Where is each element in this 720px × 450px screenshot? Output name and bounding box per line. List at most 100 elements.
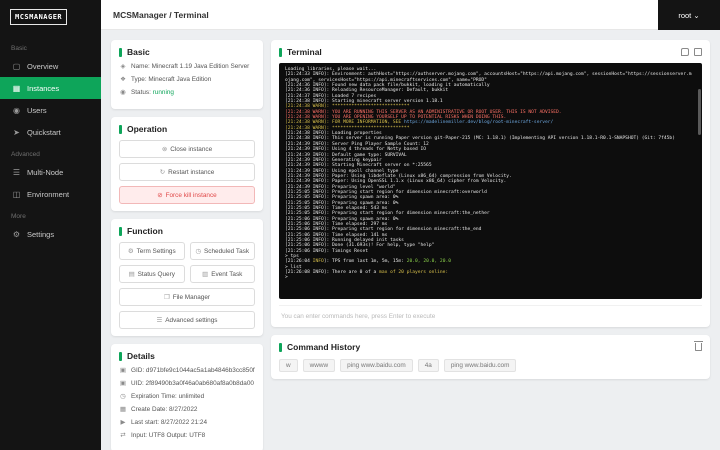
- history-chip[interactable]: w: [279, 359, 298, 372]
- log-segment: [21:24:38 WARN]: FOR MORE INFORMATION, S…: [285, 120, 404, 126]
- date-icon: ▦: [119, 406, 127, 413]
- log-segment: [21:26:08 INFO]: There are 0 of a: [285, 270, 380, 276]
- history-chip[interactable]: wwww: [302, 359, 336, 372]
- history-chip[interactable]: ping www.baidu.com: [443, 359, 517, 372]
- user-menu[interactable]: root ⌄: [658, 0, 720, 30]
- sidebar-item-label: Quickstart: [27, 127, 61, 137]
- accent-bar: [119, 124, 122, 134]
- sidebar-item-multi-node[interactable]: ☰ Multi-Node: [0, 161, 101, 183]
- log-segment: [21:25:05 INFO]: Preparing spawn area: 0…: [285, 200, 399, 206]
- sidebar-item-users[interactable]: ◉ Users: [0, 99, 101, 121]
- command-history-chips: w wwww ping www.baidu.com 4a ping www.baidu.…: [279, 359, 702, 372]
- expand-icon[interactable]: [694, 48, 702, 56]
- button-label: Term Settings: [136, 248, 176, 255]
- terminal-card-title: Terminal: [279, 47, 702, 57]
- detail-row: ▶ Last start: 8/27/2022 21:24: [119, 419, 255, 427]
- app-logo: MCSMANAGER: [10, 9, 68, 25]
- breadcrumb: MCSManager / Terminal: [113, 10, 209, 20]
- term-settings-button[interactable]: ⚙ Term Settings: [119, 242, 185, 260]
- trash-icon[interactable]: [694, 341, 703, 351]
- details-rows: ▣ GID: d971bfe9c1044ac5a1ab4846b3cc850f ▣ U…: [119, 367, 255, 440]
- sidebar-item-environment[interactable]: ◫ Environment: [0, 183, 101, 205]
- restart-instance-button[interactable]: ↻ Restart instance: [119, 163, 255, 181]
- file-manager-button[interactable]: ❐ File Manager: [119, 288, 255, 306]
- info-row: ◉ Status: running: [119, 89, 255, 97]
- log-segment: [21:25:06 INFO]: Done (31.693s)! For hel…: [285, 243, 435, 249]
- force-kill-instance-button[interactable]: ⊘ Force kill instance: [119, 186, 255, 204]
- function-card-title: Function: [119, 226, 255, 236]
- kill-icon: ⊘: [157, 192, 163, 199]
- terminal-scrollbar[interactable]: [698, 89, 701, 135]
- log-segment: [21:24:37 INFO]: Loaded 7 recipes: [285, 93, 377, 99]
- sidebar-item-label: Multi-Node: [27, 167, 64, 177]
- sidebar-item-label: Environment: [27, 189, 70, 199]
- sidebar-item-overview[interactable]: ▢ Overview: [0, 55, 101, 77]
- button-label: Scheduled Task: [204, 248, 250, 255]
- detail-text: GID: d971bfe9c1044ac5a1ab4846b3cc850f: [131, 367, 255, 374]
- log-segment: ]: TPS from last 1m, 5m, 15m:: [323, 259, 407, 265]
- accent-bar: [119, 226, 122, 236]
- button-label: Close instance: [170, 146, 213, 153]
- file-manager-icon: ❐: [163, 294, 170, 301]
- log-segment: 20.0, 20.0, 20.0: [406, 259, 451, 265]
- sidebar-item-quickstart[interactable]: ➤ Quickstart: [0, 121, 101, 143]
- operation-card: Operation ⊗ Close instance ↻ Restart instan…: [111, 117, 263, 211]
- button-label: Status Query: [137, 271, 175, 278]
- log-segment: [21:24:39 INFO]: Using 4 threads for Net…: [285, 147, 427, 153]
- event-task-button[interactable]: ▥ Event Task: [189, 265, 255, 283]
- detail-row: ▣ UID: 2f89490b3a0f46a0ab680af8a0b8da00: [119, 380, 255, 388]
- status-value: running: [152, 89, 174, 96]
- terminal-output[interactable]: Loading libraries, please wait... [21:24:…: [279, 63, 702, 299]
- restart-icon: ↻: [159, 169, 166, 176]
- start-icon: ▶: [120, 419, 126, 426]
- scheduled-task-button[interactable]: ◷ Scheduled Task: [189, 242, 255, 260]
- sidebar-nav: Basic ▢ Overview ▦ Instances ◉ Users ➤ Quickstar…: [0, 45, 101, 245]
- log-segment: [21:24:39 INFO]: Using epoll channel typ…: [285, 168, 399, 174]
- log-segment: [21:24:33 INFO]: Environment: authHost="…: [285, 72, 692, 83]
- button-label: Event Task: [211, 271, 243, 278]
- log-segment: [21:24:36 INFO]: Reloading ResourceManag…: [285, 88, 449, 94]
- history-chip[interactable]: ping www.baidu.com: [340, 359, 413, 372]
- details-card: Details ▣ GID: d971bfe9c1044ac5a1ab4846b3…: [111, 344, 263, 450]
- log-segment: [21:26:04: [285, 259, 313, 265]
- command-input[interactable]: You can enter commands here, press Enter…: [279, 305, 702, 320]
- terminal-line: [21:24:33 INFO]: Environment: authHost="…: [285, 72, 694, 83]
- name-icon: ◈: [120, 63, 126, 70]
- term-settings-icon: ⚙: [127, 248, 134, 255]
- accent-bar: [279, 47, 282, 57]
- button-label: Restart instance: [168, 169, 215, 176]
- log-segment: max of 20 players online:: [379, 270, 449, 276]
- main-content: Basic ◈ Name: Minecraft 1.19 Java Edition…: [101, 30, 720, 450]
- log-segment: >: [285, 275, 288, 281]
- log-segment: [21:25:06 INFO]: Time elapsed: 141 ms: [285, 232, 388, 238]
- accent-bar: [279, 342, 282, 352]
- terminal-card: Terminal Loading libraries, please wait.…: [271, 40, 710, 327]
- chat-icon[interactable]: [681, 48, 689, 56]
- basic-card: Basic ◈ Name: Minecraft 1.19 Java Edition…: [111, 40, 263, 109]
- advanced-settings-button[interactable]: ☰ Advanced settings: [119, 311, 255, 329]
- io-icon: ⇄: [120, 432, 126, 439]
- scheduled-task-icon: ◷: [195, 248, 202, 255]
- sidebar-item-settings[interactable]: ⚙ Settings: [0, 223, 101, 245]
- expiry-icon: ◷: [120, 393, 126, 400]
- info-text: Status: running: [131, 89, 174, 96]
- type-icon: ❖: [120, 76, 126, 83]
- close-icon: ⊗: [161, 146, 168, 153]
- detail-row: ▣ GID: d971bfe9c1044ac5a1ab4846b3cc850f: [119, 367, 255, 375]
- status-query-button[interactable]: ▤ Status Query: [119, 265, 185, 283]
- info-row: ❖ Type: Minecraft Java Edition: [119, 76, 255, 84]
- uid-icon: ▣: [119, 380, 127, 387]
- log-segment: [21:25:06 INFO]: Preparing start region …: [285, 227, 482, 233]
- function-card: Function ⚙ Term Settings ◷ Scheduled Task ▤ S…: [111, 219, 263, 336]
- detail-row: ▦ Create Date: 8/27/2022: [119, 406, 255, 414]
- close-instance-button[interactable]: ⊗ Close instance: [119, 140, 255, 158]
- history-chip[interactable]: 4a: [417, 359, 439, 372]
- sidebar-item-instances[interactable]: ▦ Instances: [0, 77, 101, 99]
- accent-bar: [119, 351, 122, 361]
- instances-icon: ▦: [12, 83, 21, 93]
- command-history-card: Command History w wwww ping www.baidu.com 4…: [271, 335, 710, 379]
- info-row: ◈ Name: Minecraft 1.19 Java Edition Serve…: [119, 63, 255, 71]
- basic-card-title: Basic: [119, 47, 255, 57]
- log-segment: [21:24:39 INFO]: Paper: Using OpenSSL 1.…: [285, 179, 507, 185]
- basic-card-rows: ◈ Name: Minecraft 1.19 Java Edition Serve…: [119, 63, 255, 97]
